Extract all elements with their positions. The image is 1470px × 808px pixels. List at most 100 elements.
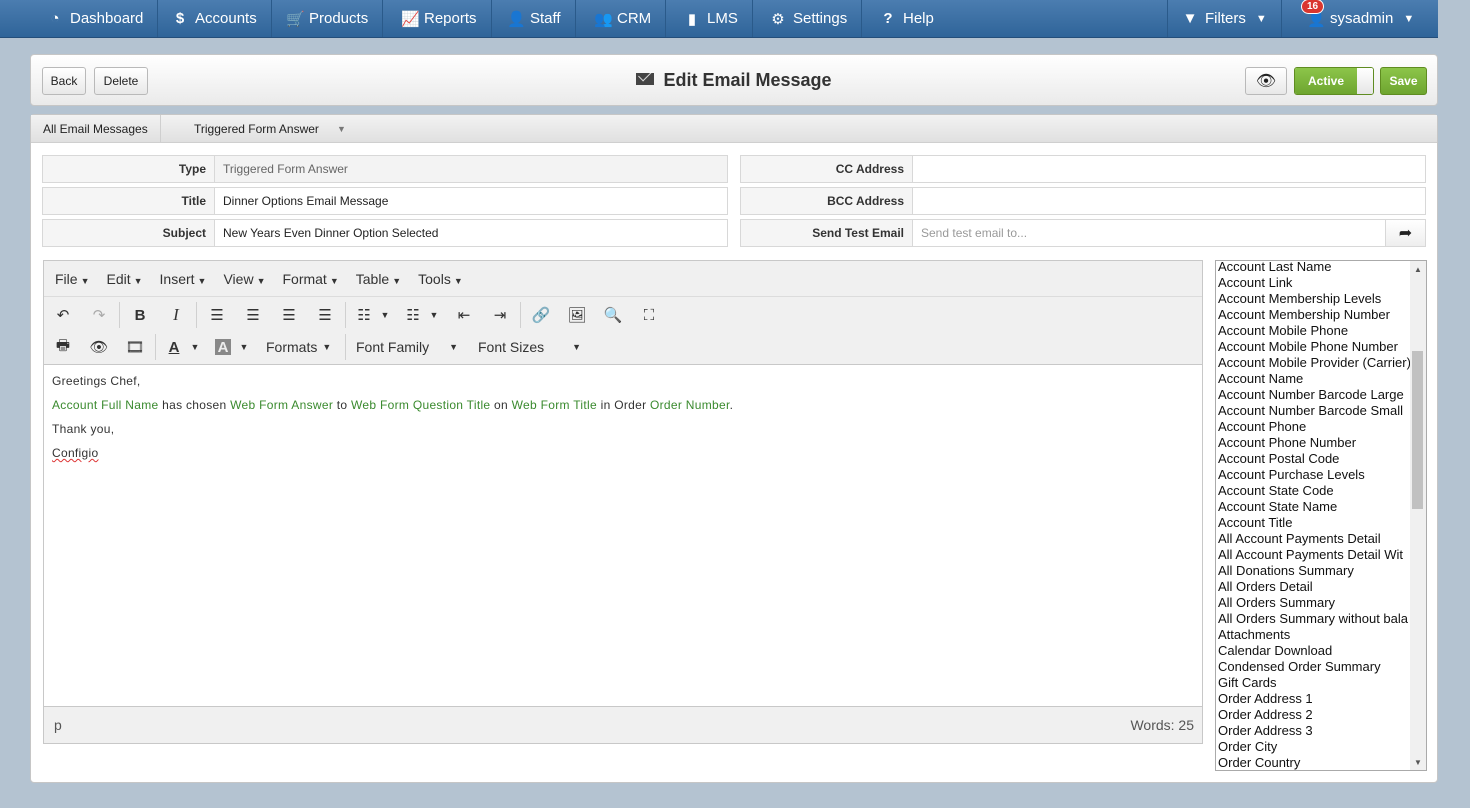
bcc-input[interactable] — [913, 188, 1425, 214]
menu-edit[interactable]: Edit ▼ — [99, 271, 149, 287]
undo-icon[interactable]: ↶ — [49, 302, 77, 328]
chevron-down-icon[interactable]: ▼ — [425, 302, 443, 328]
merge-field-option[interactable]: Account Postal Code — [1218, 451, 1410, 467]
redo-icon[interactable]: ↷ — [85, 302, 113, 328]
bold-icon[interactable]: B — [126, 302, 154, 328]
fullscreen-icon[interactable]: ⛶ — [635, 302, 663, 328]
merge-field-option[interactable]: Account Mobile Phone Number — [1218, 339, 1410, 355]
align-center-icon[interactable]: ☰ — [239, 302, 267, 328]
chevron-down-icon[interactable]: ▼ — [235, 334, 253, 360]
image-icon[interactable]: 🖼 — [563, 302, 591, 328]
scroll-up-icon[interactable]: ▲ — [1410, 261, 1426, 277]
media-icon[interactable]: 🎞 — [121, 334, 149, 360]
italic-icon[interactable]: I — [162, 302, 190, 328]
menu-insert[interactable]: Insert ▼ — [153, 271, 214, 287]
merge-field-option[interactable]: Account Purchase Levels — [1218, 467, 1410, 483]
merge-field-option[interactable]: Account Number Barcode Small — [1218, 403, 1410, 419]
align-right-icon[interactable]: ☰ — [275, 302, 303, 328]
preview-button[interactable]: 👁 — [1245, 67, 1287, 95]
indent-icon[interactable]: ⇥ — [486, 302, 514, 328]
merge-field-option[interactable]: Account Number Barcode Large — [1218, 387, 1410, 403]
merge-field-list[interactable]: Account Last Name Account Link Account Mem… — [1215, 260, 1427, 771]
merge-field-option[interactable]: Account State Code — [1218, 483, 1410, 499]
font-sizes-dropdown[interactable]: Font Sizes ▼ — [478, 334, 581, 360]
scroll-down-icon[interactable]: ▼ — [1410, 754, 1426, 770]
merge-field-option[interactable]: Account Phone — [1218, 419, 1410, 435]
merge-field-option[interactable]: Order Address 2 — [1218, 707, 1410, 723]
formats-dropdown[interactable]: Formats ▼ — [266, 334, 331, 360]
save-button[interactable]: Save — [1380, 67, 1427, 95]
breadcrumb-current[interactable]: Triggered Form Answer ▼ — [194, 115, 346, 142]
chevron-down-icon[interactable]: ▼ — [186, 334, 204, 360]
merge-field-option[interactable]: Order Country — [1218, 755, 1410, 770]
outdent-icon[interactable]: ⇤ — [450, 302, 478, 328]
bullet-list-icon[interactable]: ☷ — [350, 302, 378, 328]
merge-field-option[interactable]: Calendar Download — [1218, 643, 1410, 659]
merge-field-option[interactable]: Account Last Name — [1218, 261, 1410, 275]
merge-token[interactable]: Web Form Answer — [230, 398, 333, 412]
font-family-dropdown[interactable]: Font Family ▼ — [356, 334, 458, 360]
nav-accounts[interactable]: $ Accounts — [158, 0, 272, 37]
merge-field-option[interactable]: Account Mobile Provider (Carrier) — [1218, 355, 1410, 371]
notification-badge[interactable]: 16 — [1301, 0, 1325, 14]
numbered-list-icon[interactable]: ☷ — [399, 302, 427, 328]
send-test-input[interactable]: Send test email to... — [913, 220, 1385, 246]
menu-table[interactable]: Table ▼ — [349, 271, 408, 287]
active-toggle[interactable]: Active — [1294, 67, 1374, 95]
nav-lms[interactable]: ▮ LMS — [670, 0, 753, 37]
merge-field-option[interactable]: All Account Payments Detail Wit — [1218, 547, 1410, 563]
merge-field-option[interactable]: Account Mobile Phone — [1218, 323, 1410, 339]
merge-token[interactable]: Account Full Name — [52, 398, 158, 412]
nav-help[interactable]: ? Help — [866, 0, 948, 37]
merge-field-option[interactable]: Order Address 3 — [1218, 723, 1410, 739]
title-input[interactable]: Dinner Options Email Message — [215, 188, 727, 214]
nav-reports[interactable]: 📈 Reports — [387, 0, 492, 37]
menu-view[interactable]: View ▼ — [216, 271, 272, 287]
chevron-down-icon[interactable]: ▼ — [376, 302, 394, 328]
merge-field-option[interactable]: Account Name — [1218, 371, 1410, 387]
nav-crm[interactable]: 👥 CRM — [580, 0, 667, 37]
preview-eye-icon[interactable]: 👁 — [85, 334, 113, 360]
merge-field-option[interactable]: Account Membership Number — [1218, 307, 1410, 323]
align-justify-icon[interactable]: ☰ — [311, 302, 339, 328]
merge-field-option[interactable]: Account State Name — [1218, 499, 1410, 515]
scrollbar-thumb[interactable] — [1412, 351, 1423, 509]
send-test-button[interactable]: ➦ — [1385, 220, 1425, 246]
merge-field-option[interactable]: All Donations Summary — [1218, 563, 1410, 579]
merge-token[interactable]: Web Form Question Title — [351, 398, 490, 412]
merge-field-option[interactable]: Condensed Order Summary — [1218, 659, 1410, 675]
merge-field-option[interactable]: Account Title — [1218, 515, 1410, 531]
merge-field-option[interactable]: All Orders Summary — [1218, 595, 1410, 611]
merge-field-option[interactable]: Order City — [1218, 739, 1410, 755]
scrollbar[interactable]: ▲ ▼ — [1410, 261, 1426, 770]
merge-field-option[interactable]: Account Link — [1218, 275, 1410, 291]
merge-field-option[interactable]: All Orders Detail — [1218, 579, 1410, 595]
nav-staff[interactable]: 👤 Staff — [493, 0, 576, 37]
user-menu[interactable]: 16 👤 sysadmin ▼ — [1293, 0, 1438, 37]
merge-token[interactable]: Web Form Title — [512, 398, 597, 412]
merge-field-option[interactable]: Gift Cards — [1218, 675, 1410, 691]
menu-tools[interactable]: Tools ▼ — [411, 271, 470, 287]
breadcrumb-all-email-messages[interactable]: All Email Messages — [31, 115, 161, 142]
print-icon[interactable]: 🖶 — [49, 334, 77, 360]
nav-dashboard[interactable]: ◔ Dashboard — [33, 0, 159, 37]
align-left-icon[interactable]: ☰ — [203, 302, 231, 328]
filters-menu[interactable]: ▼ Filters ▼ — [1167, 0, 1282, 37]
subject-input[interactable]: New Years Even Dinner Option Selected — [215, 220, 727, 246]
merge-field-option[interactable]: All Account Payments Detail — [1218, 531, 1410, 547]
merge-field-option[interactable]: All Orders Summary without bala — [1218, 611, 1410, 627]
merge-field-option[interactable]: Account Phone Number — [1218, 435, 1410, 451]
element-path[interactable]: p — [54, 717, 62, 733]
editor-content-area[interactable]: Greetings Chef, Account Full Name has ch… — [44, 365, 1202, 706]
nav-products[interactable]: 🛒 Products — [272, 0, 384, 37]
merge-field-option[interactable]: Attachments — [1218, 627, 1410, 643]
menu-format[interactable]: Format ▼ — [275, 271, 345, 287]
menu-file[interactable]: File ▼ — [48, 271, 96, 287]
nav-settings[interactable]: ⚙ Settings — [756, 0, 863, 37]
merge-field-option[interactable]: Account Membership Levels — [1218, 291, 1410, 307]
link-icon[interactable]: 🔗 — [527, 302, 555, 328]
cc-input[interactable] — [913, 156, 1425, 182]
background-color-icon[interactable]: A — [215, 339, 231, 356]
merge-field-option[interactable]: Order Address 1 — [1218, 691, 1410, 707]
search-replace-icon[interactable]: 🔍 — [599, 302, 627, 328]
